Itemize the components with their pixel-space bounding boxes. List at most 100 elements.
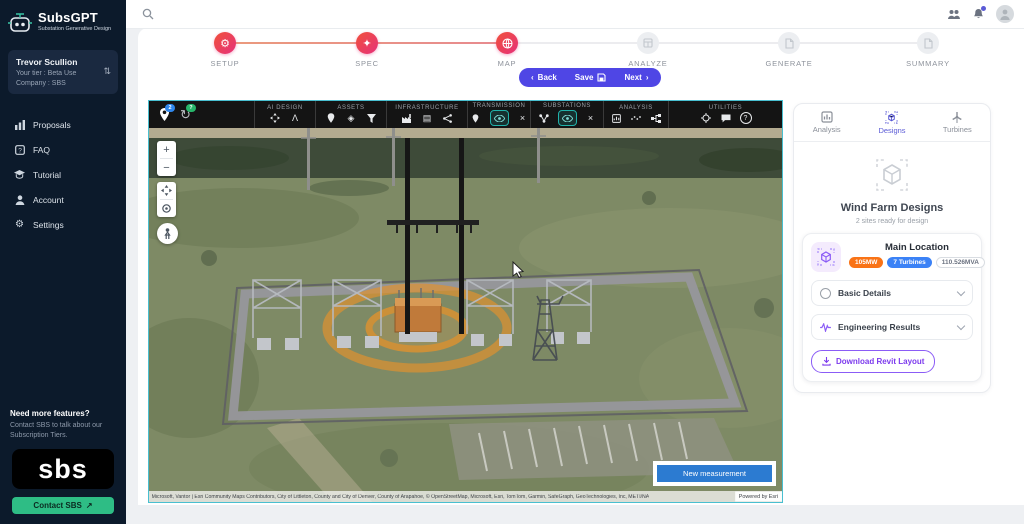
site-badges: 105MW 7 Turbines 110.526MVA — [849, 257, 985, 268]
team-icon[interactable] — [947, 9, 961, 20]
locations-pin-icon[interactable]: 2 — [159, 108, 170, 121]
close-icon[interactable]: × — [585, 112, 597, 124]
step-map[interactable] — [496, 32, 518, 54]
sidebar-item-faq[interactable]: ? FAQ — [0, 137, 126, 162]
tab-label: Turbines — [943, 125, 972, 134]
site-card-main-location[interactable]: Main Location 105MW 7 Turbines 110.526MV… — [802, 233, 982, 382]
sidebar-item-proposals[interactable]: Proposals — [0, 112, 126, 137]
step-label-generate: GENERATE — [744, 59, 834, 68]
save-button[interactable]: Save — [567, 73, 615, 82]
filter-funnel-icon[interactable] — [365, 112, 377, 124]
waveform-icon — [820, 323, 831, 332]
step-analyze[interactable] — [637, 32, 659, 54]
sidebar-footer: Need more features? Contact SBS to talk … — [0, 409, 126, 524]
next-button[interactable]: Next› — [616, 73, 656, 82]
site-cube-icon — [811, 242, 841, 272]
map-3d-scene — [149, 128, 783, 503]
pin-icon[interactable] — [325, 112, 337, 124]
turbines-badge: 7 Turbines — [887, 257, 931, 268]
contour-dots-icon[interactable] — [630, 112, 642, 124]
step-setup[interactable]: ⚙ — [214, 32, 236, 54]
step-label-analyze: ANALYZE — [603, 59, 693, 68]
top-header — [126, 0, 1024, 29]
contact-sbs-label: Contact SBS — [33, 501, 81, 510]
sidebar: SubsGPT Substation Generative Design Tre… — [0, 0, 126, 524]
download-icon — [822, 357, 831, 366]
sidebar-item-account[interactable]: Account — [0, 187, 126, 212]
step-label-map: MAP — [462, 59, 552, 68]
map-controls: + − — [157, 141, 178, 244]
pegman-icon[interactable] — [157, 223, 178, 244]
sidebar-item-label: Account — [33, 195, 64, 205]
zoom-in-button[interactable]: + — [157, 141, 176, 158]
step-generate[interactable] — [778, 32, 800, 54]
pan-icon[interactable] — [157, 182, 176, 199]
zoom-out-button[interactable]: − — [157, 159, 176, 176]
diamond-icon[interactable]: ◈ — [345, 112, 357, 124]
app-name: SubsGPT — [38, 10, 111, 25]
share-network-icon[interactable] — [441, 112, 453, 124]
sidebar-item-settings[interactable]: ⚙ Settings — [0, 212, 126, 237]
accordion-basic-details[interactable]: Basic Details — [811, 280, 973, 306]
turbines-tab-icon — [951, 111, 963, 123]
move-arrows-icon[interactable] — [269, 112, 281, 124]
step-spec[interactable]: ✦ — [356, 32, 378, 54]
search-icon[interactable] — [142, 8, 154, 20]
tab-analysis[interactable]: Analysis — [794, 104, 859, 141]
locate-icon[interactable] — [157, 200, 176, 217]
sidebar-item-label: FAQ — [33, 145, 50, 155]
toolbar-group-ai-design: AI DESIGN Λ — [254, 101, 315, 128]
sbs-logo-text: sbs — [38, 456, 88, 483]
faq-icon: ? — [14, 144, 25, 155]
orbit-icon[interactable]: ↻ ? — [180, 108, 191, 121]
avatar[interactable] — [996, 5, 1014, 23]
user-switcher-icon[interactable]: ⇅ — [103, 66, 111, 77]
sidebar-item-tutorial[interactable]: Tutorial — [0, 162, 126, 187]
user-card[interactable]: Trevor Scullion Your tier : Beta Use Com… — [8, 50, 118, 94]
panel-icon[interactable]: ▤ — [421, 112, 433, 124]
map-viewport[interactable]: 2 ↻ ? AI DESIGN Λ ASSETS ◈ — [148, 100, 783, 503]
marker-icon[interactable] — [470, 112, 482, 124]
document-icon — [924, 38, 933, 49]
robot-logo-icon — [8, 10, 32, 36]
toolbar-group-analysis: ANALYSIS — [603, 101, 668, 128]
settings-icon: ⚙ — [14, 219, 25, 230]
substations-visibility-eye-icon[interactable] — [558, 110, 577, 126]
step-summary[interactable] — [917, 32, 939, 54]
crosshair-icon[interactable] — [700, 112, 712, 124]
locations-count-badge: 2 — [165, 104, 175, 112]
nodes-icon[interactable] — [538, 112, 550, 124]
chart-square-icon[interactable] — [610, 112, 622, 124]
app-root: SubsGPT Substation Generative Design Tre… — [0, 0, 1024, 524]
download-revit-layout-button[interactable]: Download Revit Layout — [811, 350, 935, 373]
footer-body: Contact SBS to talk about our Subscripti… — [10, 421, 116, 441]
lambda-tool-icon[interactable]: Λ — [289, 112, 301, 124]
chat-icon[interactable] — [720, 112, 732, 124]
accordion-engineering-results[interactable]: Engineering Results — [811, 314, 973, 340]
map-toolbar: 2 ↻ ? AI DESIGN Λ ASSETS ◈ — [149, 101, 782, 128]
tutorial-icon — [14, 169, 25, 180]
gear-icon: ⚙ — [220, 37, 230, 50]
tab-designs[interactable]: Designs — [859, 104, 924, 141]
right-panel: Analysis Designs Turbines Wind Farm Desi… — [793, 103, 991, 393]
app-logo: SubsGPT Substation Generative Design — [0, 0, 126, 42]
app-tagline: Substation Generative Design — [38, 26, 111, 32]
transmission-visibility-eye-icon[interactable] — [490, 110, 509, 126]
sparkle-icon: ✦ — [362, 37, 371, 50]
back-button[interactable]: ‹Back — [523, 73, 565, 82]
stepper-line-todo — [507, 42, 928, 44]
notifications-bell-icon[interactable] — [973, 8, 984, 20]
document-icon — [785, 38, 794, 49]
chevron-left-icon: ‹ — [531, 73, 534, 82]
tab-turbines[interactable]: Turbines — [925, 104, 990, 141]
factory-icon[interactable] — [401, 112, 413, 124]
table-icon — [643, 38, 653, 48]
new-measurement-button[interactable]: New measurement — [657, 465, 772, 482]
contact-sbs-button[interactable]: Contact SBS ↗ — [12, 497, 114, 514]
help-icon[interactable]: ? — [740, 112, 752, 124]
capacity-badge: 105MW — [849, 257, 883, 268]
powered-by-esri[interactable]: Powered by Esri — [735, 492, 782, 502]
close-icon[interactable]: × — [517, 112, 529, 124]
toolbar-left-cluster: 2 ↻ ? — [149, 101, 254, 128]
branch-icon[interactable] — [650, 112, 662, 124]
